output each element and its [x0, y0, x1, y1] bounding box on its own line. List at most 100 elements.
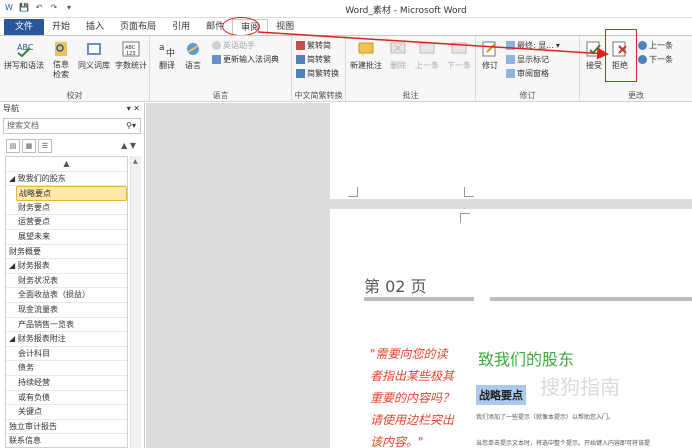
next-change-button[interactable]: 下一条 — [638, 54, 673, 65]
trad-to-simp-button[interactable]: 繁转简 — [296, 40, 331, 51]
group-label-chinese: 中文简繁转换 — [294, 91, 343, 100]
outline-item[interactable]: 展望未来 — [6, 230, 127, 245]
english-assistant-button[interactable]: 英语助手 — [212, 40, 255, 51]
translate-button[interactable]: a中 翻译 — [156, 40, 178, 71]
outline-item[interactable]: 现金流量表 — [6, 303, 127, 318]
outline-item[interactable]: 财务要点 — [6, 201, 127, 216]
page-2[interactable]: 第 02 页 "需要向您的读者指出某些极其重要的内容吗？请使用边栏突出该内容。"… — [330, 209, 692, 448]
body-paragraph[interactable]: 我们添加了一些提示（就像本提示）以帮助您入门。 — [476, 412, 614, 421]
svg-text:ABC: ABC — [17, 43, 33, 52]
scroll-up-icon[interactable]: ▲ — [133, 158, 138, 165]
tab-file[interactable]: 文件 — [4, 19, 45, 36]
nav-search-input[interactable]: 搜索文档 ⚲▾ — [3, 118, 141, 134]
headings-view-icon[interactable]: ▤ — [6, 139, 20, 153]
outline-item[interactable]: 会计科目 — [6, 347, 127, 362]
body-paragraph[interactable]: 当您单击提示文本时，将选中整个提示。开始键入内容即可将该提 — [476, 438, 650, 447]
watermark: 搜狗指南 — [540, 375, 620, 399]
outline-item[interactable]: 财务概要 — [6, 245, 127, 260]
update-ime-dictionary-label: 更新输入法词典 — [223, 55, 279, 64]
show-markup-button[interactable]: 显示标记 — [506, 54, 549, 65]
display-for-review-select[interactable]: 最终: 显... ▾ — [506, 40, 560, 51]
track-changes-button[interactable]: 修订 — [478, 40, 502, 71]
ribbon-tabs: 文件 开始 插入 页面布局 引用 邮件 审阅 视图 — [0, 18, 692, 36]
pages-view-icon[interactable]: ▦ — [22, 139, 36, 153]
thesaurus-button[interactable]: 同义词库 — [76, 40, 112, 71]
simp-to-trad-icon — [296, 55, 305, 64]
outline-collapse-icon[interactable]: ▲ — [6, 157, 127, 172]
nav-prev-next-icon[interactable]: ▲ ▼ — [121, 140, 136, 154]
previous-change-button[interactable]: 上一条 — [638, 40, 673, 51]
research-icon — [55, 42, 67, 56]
outline-item[interactable]: 债务 — [6, 361, 127, 376]
search-icon[interactable]: ⚲▾ — [126, 119, 136, 133]
thesaurus-label: 同义词库 — [78, 61, 110, 70]
document-area[interactable]: 第 02 页 "需要向您的读者指出某些极其重要的内容吗？请使用边栏突出该内容。"… — [146, 103, 692, 448]
page-1[interactable] — [330, 103, 692, 199]
trad-to-simp-label: 繁转简 — [307, 41, 331, 50]
sidebar-quote[interactable]: "需要向您的读者指出某些极其重要的内容吗？请使用边栏突出该内容。" — [370, 343, 458, 448]
svg-text:123: 123 — [126, 51, 136, 57]
outline-item[interactable]: 运营要点 — [6, 215, 127, 230]
spelling-grammar-label: 拼写和语法 — [4, 61, 44, 70]
delete-comment-button[interactable]: 删除 — [386, 40, 410, 71]
show-markup-label: 显示标记 — [517, 55, 549, 64]
display-review-icon — [506, 41, 515, 50]
group-label-proofing: 校对 — [66, 91, 83, 100]
outline-item[interactable]: 或有负债 — [6, 391, 127, 406]
outline-item[interactable]: ◢ 财务报表 — [6, 259, 127, 274]
group-label-tracking: 修订 — [519, 91, 536, 100]
outline-item[interactable]: 持续经营 — [6, 376, 127, 391]
spelling-grammar-button[interactable]: ABC 拼写和语法 — [2, 40, 46, 71]
track-changes-icon — [482, 41, 496, 57]
simp-trad-convert-button[interactable]: 简繁转换 — [296, 68, 339, 79]
previous-comment-button[interactable]: 上一条 — [412, 40, 442, 71]
outline-item[interactable]: 联系信息 — [6, 434, 127, 447]
word-count-button[interactable]: ABC 123 字数统计 — [113, 40, 149, 71]
tab-insert[interactable]: 插入 — [78, 19, 112, 36]
outline-item[interactable]: 产品销售一览表 — [6, 318, 127, 333]
outline-item[interactable]: ◢ 财务报表附注 — [6, 332, 127, 347]
heading-2-selected[interactable]: 战略要点 — [476, 385, 526, 405]
nav-title: 导航 — [3, 104, 19, 113]
tab-view[interactable]: 视图 — [268, 19, 302, 36]
delete-comment-label: 删除 — [390, 61, 406, 70]
next-change-icon — [638, 55, 647, 64]
outline-item[interactable]: 关键点 — [6, 405, 127, 420]
research-button[interactable]: 信息检索 — [50, 40, 72, 80]
simp-to-trad-button[interactable]: 简转繁 — [296, 54, 331, 65]
reject-highlight-box — [605, 29, 637, 82]
nav-search-placeholder: 搜索文档 — [7, 121, 39, 130]
svg-text:a: a — [159, 43, 165, 53]
outline-item[interactable]: ◢ 致我们的股东 — [6, 172, 127, 187]
results-view-icon[interactable]: ☰ — [38, 139, 52, 153]
outline-item-selected[interactable]: 战略要点 — [16, 186, 127, 201]
tab-home[interactable]: 开始 — [44, 19, 78, 36]
tab-page-layout[interactable]: 页面布局 — [112, 19, 164, 36]
new-comment-button[interactable]: 新建批注 — [348, 40, 384, 71]
language-icon — [187, 43, 199, 55]
language-button[interactable]: 语言 — [182, 40, 204, 71]
outline-item[interactable]: 全面收益表（损益） — [6, 288, 127, 303]
new-comment-icon — [358, 42, 374, 56]
outline-item[interactable]: 财务状况表 — [6, 274, 127, 289]
heading-1[interactable]: 致我们的股东 — [478, 346, 574, 370]
accept-button[interactable]: 接受 — [582, 40, 606, 71]
title-rule-right — [490, 297, 692, 301]
translate-icon: a中 — [159, 43, 175, 58]
update-ime-dictionary-button[interactable]: 更新输入法词典 — [212, 54, 279, 65]
nav-outline-list: ▲ ◢ 致我们的股东 战略要点 财务要点 运营要点 展望未来 财务概要 ◢ 财务… — [5, 156, 128, 448]
reviewing-pane-button[interactable]: 审阅窗格 — [506, 68, 549, 79]
next-change-label: 下一条 — [649, 55, 673, 64]
next-comment-button[interactable]: 下一条 — [444, 40, 474, 71]
translate-label: 翻译 — [159, 61, 175, 70]
nav-controls[interactable]: ▾ ✕ — [127, 103, 140, 115]
delete-comment-icon — [390, 42, 406, 54]
group-tracking: 修订 最终: 显... ▾ 显示标记 审阅窗格 修订 — [476, 36, 580, 102]
tab-references[interactable]: 引用 — [164, 19, 198, 36]
group-label-changes: 更改 — [628, 91, 644, 100]
nav-scrollbar[interactable]: ▲ — [130, 156, 141, 448]
display-for-review-value: 最终: 显... — [517, 41, 554, 50]
outline-item[interactable]: 独立审计报告 — [6, 420, 127, 435]
simp-trad-convert-label: 简繁转换 — [307, 69, 339, 78]
spelling-icon: ABC — [17, 43, 33, 58]
